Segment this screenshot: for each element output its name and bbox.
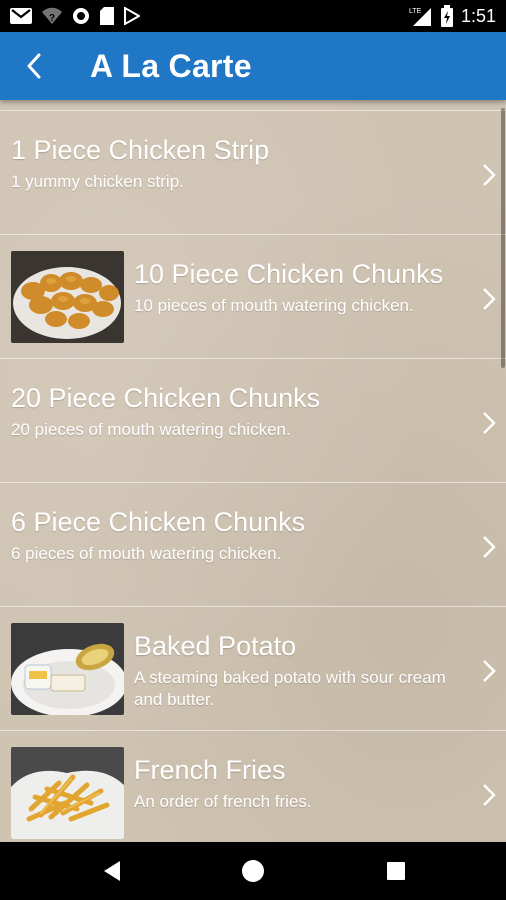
lte-signal-icon: LTE bbox=[409, 8, 431, 26]
play-store-icon bbox=[124, 7, 140, 25]
status-right-icons: LTE 1:51 bbox=[409, 5, 496, 27]
menu-list-container: 1 Piece Chicken Strip 1 yummy chicken st… bbox=[0, 100, 506, 842]
chevron-right-icon bbox=[483, 412, 496, 434]
back-button[interactable] bbox=[18, 50, 50, 82]
item-description: 6 pieces of mouth watering chicken. bbox=[11, 544, 282, 563]
back-triangle-icon bbox=[104, 861, 120, 881]
list-item[interactable]: 10 Piece Chicken Chunks 10 pieces of mou… bbox=[0, 235, 506, 359]
nav-recents-button[interactable] bbox=[383, 858, 409, 884]
scrollbar[interactable] bbox=[501, 108, 505, 368]
item-description: A steaming baked potato with sour cream … bbox=[134, 668, 446, 709]
status-left-icons: ? bbox=[10, 7, 140, 25]
chevron-right-icon bbox=[483, 164, 496, 186]
home-circle-icon bbox=[242, 860, 264, 882]
list-item[interactable]: 1 Piece Chicken Strip 1 yummy chicken st… bbox=[0, 110, 506, 235]
item-name: French Fries bbox=[134, 755, 286, 785]
item-name: 20 Piece Chicken Chunks bbox=[11, 383, 321, 413]
item-name: 10 Piece Chicken Chunks bbox=[134, 259, 444, 289]
app-bar: A La Carte bbox=[0, 32, 506, 100]
sd-card-icon bbox=[100, 7, 114, 25]
svg-text:?: ? bbox=[49, 13, 55, 24]
chevron-right-icon bbox=[483, 288, 496, 310]
status-time: 1:51 bbox=[460, 5, 496, 26]
baked-potato-photo bbox=[11, 623, 124, 715]
item-name: Baked Potato bbox=[134, 631, 297, 661]
list-item[interactable]: 6 Piece Chicken Chunks 6 pieces of mouth… bbox=[0, 483, 506, 607]
back-arrow-icon bbox=[27, 53, 41, 79]
page-title: A La Carte bbox=[90, 48, 252, 84]
circle-icon bbox=[73, 8, 89, 24]
chicken-chunks-photo bbox=[11, 251, 124, 343]
list-item[interactable]: French Fries An order of french fries. bbox=[0, 731, 506, 842]
item-description: 1 yummy chicken strip. bbox=[11, 172, 184, 191]
network-label: LTE bbox=[409, 8, 422, 15]
list-item[interactable]: Baked Potato A steaming baked potato wit… bbox=[0, 607, 506, 731]
nav-back-button[interactable] bbox=[99, 858, 125, 884]
item-name: 1 Piece Chicken Strip bbox=[11, 135, 270, 165]
nav-home-button[interactable] bbox=[240, 858, 266, 884]
gmail-icon bbox=[10, 8, 32, 24]
item-description: 20 pieces of mouth watering chicken. bbox=[11, 420, 291, 439]
chevron-right-icon bbox=[483, 660, 496, 682]
recents-square-icon bbox=[387, 862, 405, 880]
menu-list: 1 Piece Chicken Strip 1 yummy chicken st… bbox=[0, 110, 506, 842]
list-item[interactable]: 20 Piece Chicken Chunks 20 pieces of mou… bbox=[0, 359, 506, 483]
status-bar: ? LTE 1:51 bbox=[0, 0, 506, 32]
item-name: 6 Piece Chicken Chunks bbox=[11, 507, 306, 537]
battery-icon bbox=[440, 5, 453, 27]
system-nav-bar bbox=[0, 842, 506, 900]
chevron-right-icon bbox=[483, 536, 496, 558]
item-description: 10 pieces of mouth watering chicken. bbox=[134, 296, 414, 315]
chevron-right-icon bbox=[483, 784, 496, 806]
wifi-question-icon: ? bbox=[42, 7, 62, 24]
item-description: An order of french fries. bbox=[134, 792, 312, 811]
french-fries-photo bbox=[11, 747, 124, 839]
